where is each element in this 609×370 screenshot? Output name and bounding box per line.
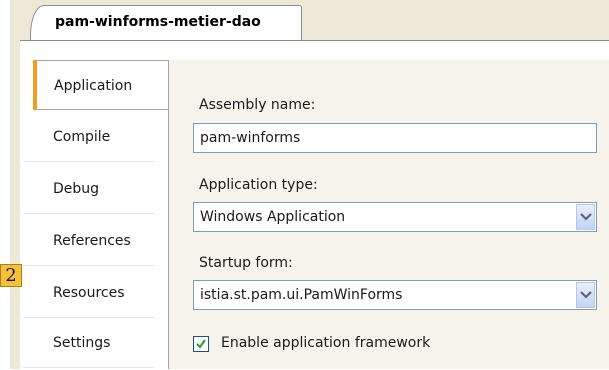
- nav-item-debug[interactable]: Debug: [23, 164, 155, 214]
- nav-item-label: References: [53, 233, 131, 249]
- document-tab-strip: pam-winforms-metier-dao: [10, 0, 609, 40]
- chevron-down-icon[interactable]: [576, 282, 595, 308]
- check-icon: [196, 339, 206, 349]
- assembly-name-field[interactable]: pam-winforms: [193, 123, 597, 153]
- nav-item-label: Resources: [53, 285, 125, 301]
- startup-form-label: Startup form:: [199, 255, 293, 271]
- enable-framework-label: Enable application framework: [221, 335, 431, 351]
- assembly-name-label: Assembly name:: [199, 97, 316, 113]
- startup-form-value: istia.st.pam.ui.PamWinForms: [200, 287, 403, 303]
- nav-item-references[interactable]: References: [23, 216, 155, 266]
- nav-item-label: Application: [54, 78, 133, 94]
- application-type-value: Windows Application: [200, 209, 346, 225]
- nav-item-compile[interactable]: Compile: [23, 112, 155, 162]
- application-type-select[interactable]: Windows Application: [193, 202, 597, 232]
- nav-item-settings[interactable]: Settings: [23, 318, 155, 368]
- application-page: Assembly name: pam-winforms Application …: [168, 60, 609, 369]
- nav-item-resources[interactable]: Resources: [23, 268, 155, 318]
- enable-framework-checkbox[interactable]: [193, 336, 209, 352]
- application-type-label: Application type:: [199, 177, 318, 193]
- nav-item-label: Debug: [53, 181, 100, 197]
- designer-nav: Application Compile Debug References Res…: [23, 60, 168, 369]
- nav-item-label: Compile: [53, 129, 111, 145]
- nav-item-application[interactable]: Application: [33, 60, 168, 110]
- chevron-down-icon[interactable]: [576, 204, 595, 230]
- annotation-badge: 2: [0, 264, 22, 287]
- nav-item-label: Settings: [53, 335, 111, 351]
- startup-form-select[interactable]: istia.st.pam.ui.PamWinForms: [193, 280, 597, 310]
- document-tab[interactable]: pam-winforms-metier-dao: [30, 5, 302, 40]
- document-tab-title: pam-winforms-metier-dao: [55, 14, 261, 30]
